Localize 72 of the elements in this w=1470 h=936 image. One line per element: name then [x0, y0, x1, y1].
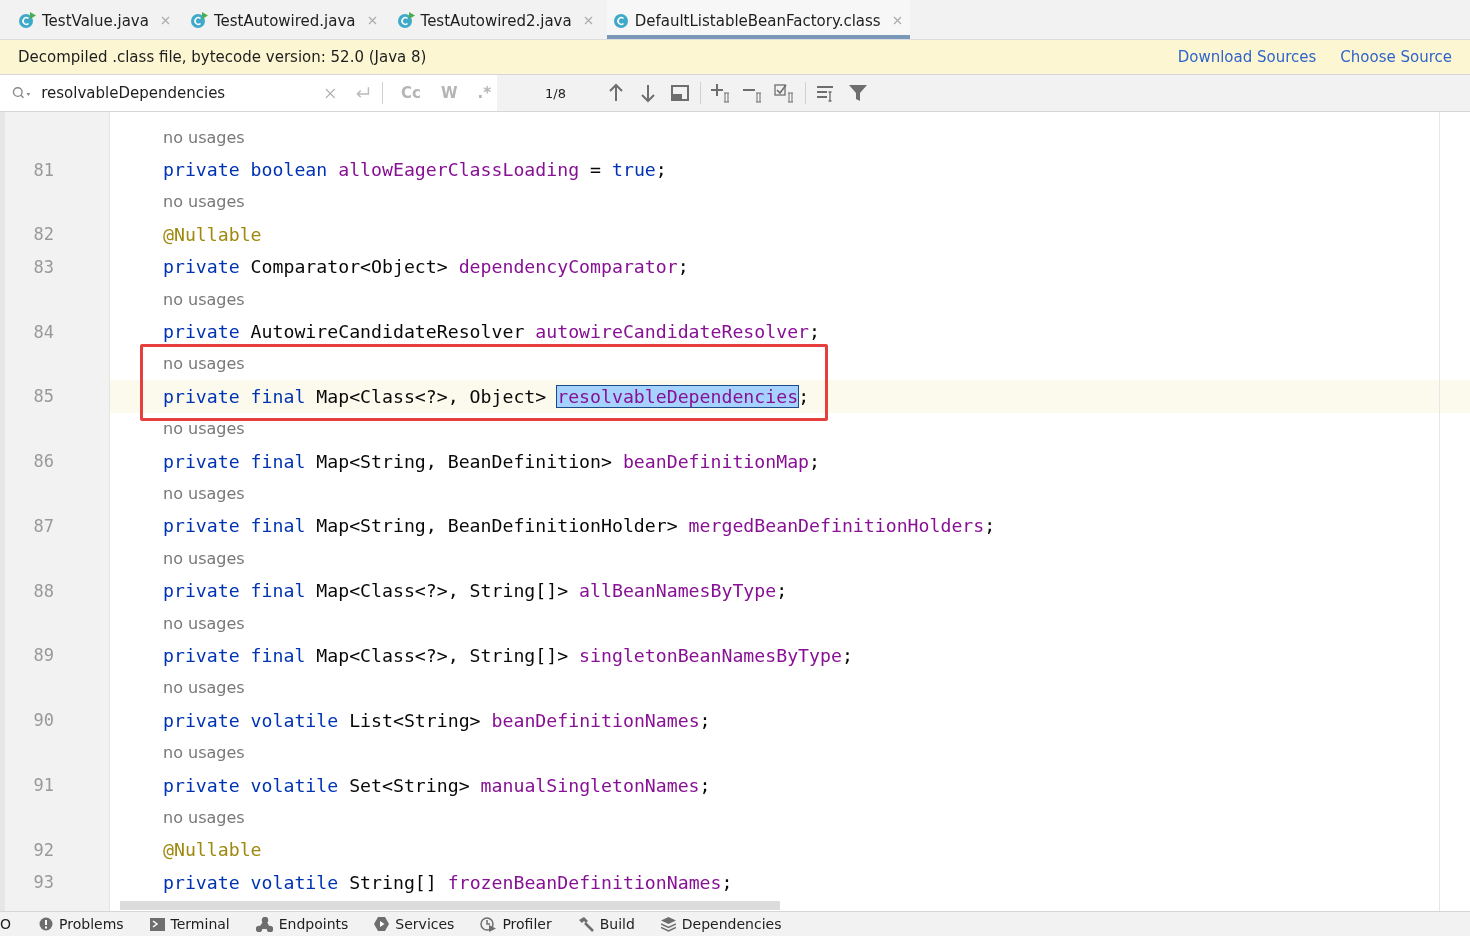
class-icon	[396, 12, 415, 29]
terminal-icon	[149, 917, 165, 931]
hammer-icon	[577, 916, 594, 932]
code-line: private boolean allowEagerClassLoading = true;	[163, 159, 667, 181]
tool-window-button[interactable]: Services	[374, 916, 455, 932]
line-number: 83	[33, 256, 54, 277]
line-number: 91	[33, 775, 54, 795]
search-icon[interactable]	[12, 86, 32, 100]
layers-icon	[660, 916, 676, 932]
code-line: private Comparator<Object> dependencyComparator;	[163, 256, 689, 278]
clear-icon[interactable]	[325, 87, 336, 99]
close-icon[interactable]	[583, 16, 593, 25]
line-number: 85	[33, 386, 54, 407]
close-icon[interactable]	[367, 16, 377, 25]
line-number: 82	[33, 224, 54, 245]
line-number: 84	[33, 321, 54, 342]
services-icon	[374, 917, 390, 931]
code-line: private final Map<Class<?>, String[]> allBeanNamesByType;	[163, 580, 788, 602]
usage-hint[interactable]: no usages	[163, 743, 245, 763]
code-line: @Nullable	[163, 223, 262, 245]
class-icon	[189, 12, 208, 29]
editor-tab[interactable]: TestAutowired2.java	[390, 0, 601, 39]
code-line: private final Map<String, BeanDefinition> beanDefinitionMap;	[163, 450, 821, 472]
line-number: 90	[33, 710, 54, 731]
banner-link[interactable]: Choose Source	[1340, 48, 1452, 66]
code-line: private final Map<String, BeanDefinitionHolder> mergedBeanDefinitionHolders;	[163, 515, 996, 537]
usage-hint[interactable]: no usages	[163, 354, 245, 374]
code-line: private volatile List<String> beanDefinitionNames;	[163, 709, 711, 731]
usage-hint[interactable]: no usages	[163, 289, 245, 309]
search-field[interactable]: resolvableDependencies Cc W .*	[0, 75, 497, 111]
line-number: 93	[33, 872, 54, 893]
tool-window-button[interactable]: Problems	[39, 916, 124, 932]
usage-hint[interactable]: no usages	[163, 613, 245, 633]
line-number: 92	[33, 839, 54, 860]
tool-window-button[interactable]: O	[0, 916, 12, 932]
code-line: private volatile Set<String> manualSingletonNames;	[163, 774, 711, 796]
tool-window-button[interactable]: Dependencies	[660, 916, 782, 932]
code-line: @Nullable	[163, 839, 262, 861]
class-icon	[612, 12, 629, 29]
code-line: private final Map<Class<?>, Object> resolvableDependencies;	[163, 385, 810, 407]
usage-hint[interactable]: no usages	[163, 807, 245, 827]
scrollbar[interactable]	[120, 901, 780, 910]
usage-hint[interactable]: no usages	[163, 127, 245, 147]
line-number: 86	[33, 451, 54, 472]
line-number: 89	[33, 645, 54, 666]
close-icon[interactable]	[160, 16, 170, 25]
warning-icon	[39, 917, 54, 931]
banner-link[interactable]: Download Sources	[1177, 48, 1317, 66]
editor-tab[interactable]: TestValue.java	[12, 0, 178, 39]
class-icon	[18, 12, 36, 29]
usage-hint[interactable]: no usages	[163, 548, 245, 568]
usage-hint[interactable]: no usages	[163, 192, 245, 212]
endpoints-icon	[255, 916, 273, 932]
line-number: 81	[33, 159, 54, 180]
line-number: 87	[33, 515, 54, 536]
usage-hint[interactable]: no usages	[163, 419, 245, 439]
editor-tab[interactable]: DefaultListableBeanFactory.class	[606, 0, 910, 39]
banner-message: Decompiled .class file, bytecode version: 52.0 (Java 8)	[18, 48, 428, 66]
match-count: 1/8	[545, 85, 566, 101]
tool-window-button[interactable]: Profiler	[480, 916, 552, 932]
code-line: private AutowireCandidateResolver autowireCandidateResolver;	[163, 321, 820, 343]
code-line: private volatile String[] frozenBeanDefinitionNames;	[163, 871, 733, 893]
usage-hint[interactable]: no usages	[163, 678, 245, 698]
tool-window-button[interactable]: Endpoints	[255, 916, 349, 932]
close-icon[interactable]	[892, 16, 902, 25]
profiler-icon	[480, 916, 497, 932]
line-number: 88	[33, 580, 54, 601]
usage-hint[interactable]: no usages	[163, 484, 245, 503]
tool-window-button[interactable]: Terminal	[149, 916, 230, 932]
tool-window-button[interactable]: Build	[577, 916, 635, 932]
code-line: private final Map<Class<?>, String[]> singletonBeanNamesByType;	[163, 644, 853, 666]
editor-tab[interactable]: TestAutowired.java	[183, 0, 385, 39]
